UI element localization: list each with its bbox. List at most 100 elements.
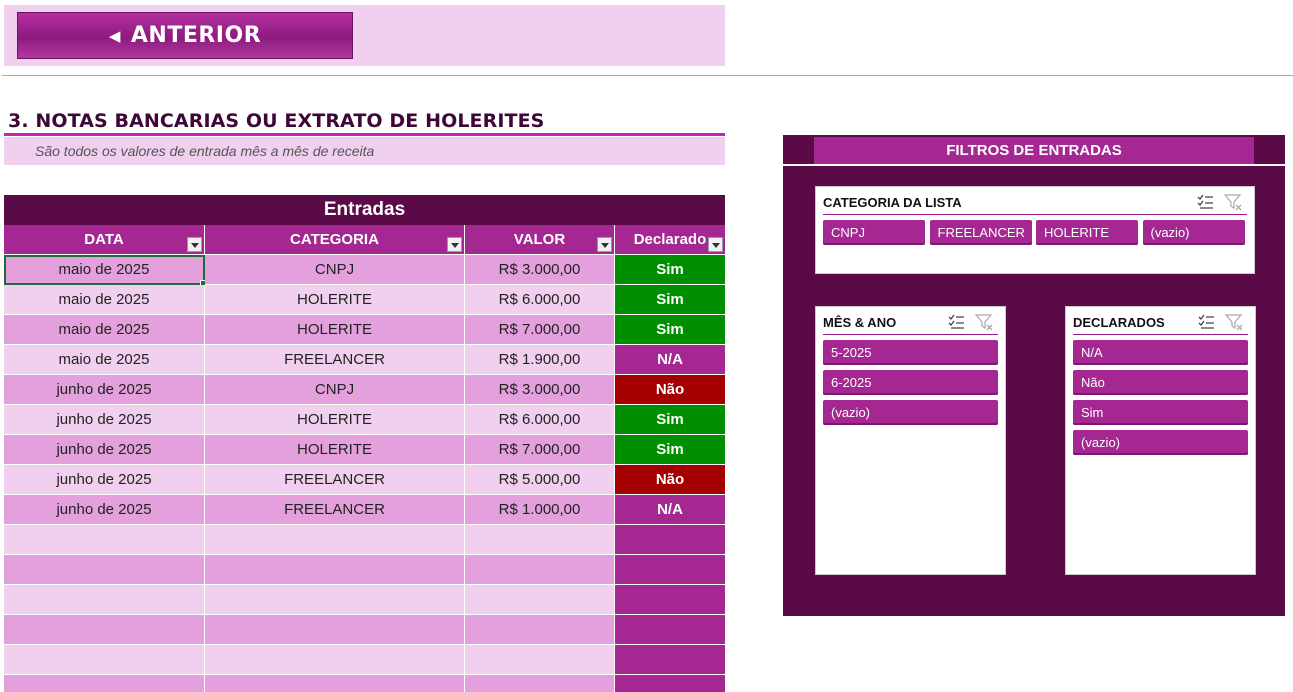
cell-data[interactable]: junho de 2025 <box>4 435 205 465</box>
cell-data[interactable]: junho de 2025 <box>4 375 205 405</box>
cell-categoria[interactable]: HOLERITE <box>205 405 465 435</box>
cell-categoria[interactable] <box>205 555 465 585</box>
slicer-item[interactable]: FREELANCER <box>929 220 1032 245</box>
slicer-title: DECLARADOS <box>1073 315 1165 330</box>
cell-declarado[interactable]: Sim <box>615 315 725 345</box>
table-row: junho de 2025 CNPJ R$ 3.000,00 Não <box>4 375 725 405</box>
cell-declarado[interactable] <box>615 615 725 645</box>
slicer-icons <box>947 313 994 331</box>
slicer-item[interactable]: 5-2025 <box>823 340 998 365</box>
cell-declarado[interactable]: Sim <box>615 285 725 315</box>
slicer-item[interactable]: Não <box>1073 370 1248 395</box>
section-title: 3. NOTAS BANCARIAS OU EXTRATO DE HOLERIT… <box>8 110 545 132</box>
cell-valor[interactable]: R$ 3.000,00 <box>465 375 615 405</box>
cell-categoria[interactable] <box>205 615 465 645</box>
table-row: junho de 2025 HOLERITE R$ 7.000,00 Sim <box>4 435 725 465</box>
slicer-item[interactable]: (vazio) <box>1073 430 1248 455</box>
cell-valor[interactable] <box>465 555 615 585</box>
cell-categoria[interactable]: HOLERITE <box>205 285 465 315</box>
slicer-item[interactable]: (vazio) <box>1142 220 1245 245</box>
cell-data[interactable] <box>4 555 205 585</box>
cell-data[interactable]: maio de 2025 <box>4 315 205 345</box>
cell-data[interactable]: maio de 2025 <box>4 255 207 287</box>
cell-data[interactable] <box>4 525 205 555</box>
section-underline <box>4 133 725 136</box>
entries-table: Entradas DATA CATEGORIA VALOR Declarado … <box>4 195 725 692</box>
table-row: maio de 2025 CNPJ R$ 3.000,00 Sim <box>4 255 725 287</box>
clear-filter-icon[interactable] <box>1225 313 1244 331</box>
cell-declarado[interactable]: N/A <box>615 495 725 525</box>
slicer-item[interactable]: (vazio) <box>823 400 998 425</box>
cell-declarado[interactable]: Não <box>615 375 725 405</box>
cell-declarado[interactable] <box>615 555 725 585</box>
slicer-item[interactable]: CNPJ <box>823 220 925 245</box>
cell-valor[interactable] <box>465 645 615 675</box>
cell-data[interactable]: junho de 2025 <box>4 495 205 525</box>
slicer-item[interactable]: 6-2025 <box>823 370 998 395</box>
cell-valor[interactable]: R$ 7.000,00 <box>465 435 615 465</box>
cell-valor[interactable] <box>465 615 615 645</box>
cell-declarado[interactable]: Sim <box>615 255 725 285</box>
divider <box>2 75 1293 76</box>
slicer-icons <box>1197 313 1244 331</box>
cell-categoria[interactable]: CNPJ <box>205 375 465 405</box>
slicer-mes-ano: MÊS & ANO 5-2025 6-2025 (vazio) <box>815 306 1006 575</box>
previous-button[interactable]: ◀ ANTERIOR <box>17 12 353 59</box>
cell-categoria[interactable]: FREELANCER <box>205 495 465 525</box>
cell-declarado[interactable]: N/A <box>615 345 725 375</box>
cell-valor[interactable]: R$ 6.000,00 <box>465 405 615 435</box>
cell-categoria[interactable] <box>205 525 465 555</box>
cell-data[interactable] <box>4 585 205 615</box>
filter-dropdown-icon[interactable] <box>447 237 462 252</box>
cell-categoria[interactable] <box>205 585 465 615</box>
cell-data[interactable] <box>4 615 205 645</box>
multi-select-icon[interactable] <box>1196 193 1215 211</box>
cell-declarado[interactable]: Sim <box>615 405 725 435</box>
cell-categoria[interactable]: FREELANCER <box>205 345 465 375</box>
filter-dropdown-icon[interactable] <box>187 237 202 252</box>
cell-valor[interactable]: R$ 1.000,00 <box>465 495 615 525</box>
cell-data[interactable]: maio de 2025 <box>4 345 205 375</box>
cell-data[interactable]: maio de 2025 <box>4 285 205 315</box>
cell-declarado[interactable] <box>615 525 725 555</box>
cell-declarado[interactable] <box>615 645 725 675</box>
multi-select-icon[interactable] <box>947 313 966 331</box>
slicer-item[interactable]: HOLERITE <box>1036 220 1138 245</box>
header-label: CATEGORIA <box>290 231 379 248</box>
table-body: maio de 2025 CNPJ R$ 3.000,00 Sim maio de 20… <box>4 255 725 692</box>
cell-valor[interactable]: R$ 1.900,00 <box>465 345 615 375</box>
cell-valor[interactable]: R$ 6.000,00 <box>465 285 615 315</box>
clear-filter-icon[interactable] <box>975 313 994 331</box>
slicer-item[interactable]: Sim <box>1073 400 1248 425</box>
slicer-title: MÊS & ANO <box>823 315 897 330</box>
filters-panel: FILTROS DE ENTRADAS CATEGORIA DA LISTA C… <box>783 135 1285 616</box>
cell-categoria[interactable]: FREELANCER <box>205 465 465 495</box>
cell-categoria[interactable] <box>205 675 465 692</box>
cell-declarado[interactable] <box>615 585 725 615</box>
cell-valor[interactable]: R$ 3.000,00 <box>465 255 615 285</box>
filter-dropdown-icon[interactable] <box>597 237 612 252</box>
cell-data[interactable]: junho de 2025 <box>4 465 205 495</box>
slicer-item[interactable]: N/A <box>1073 340 1248 365</box>
cell-valor[interactable] <box>465 675 615 692</box>
cell-data[interactable]: junho de 2025 <box>4 405 205 435</box>
table-row: maio de 2025 HOLERITE R$ 6.000,00 Sim <box>4 285 725 315</box>
cell-categoria[interactable] <box>205 645 465 675</box>
cell-data[interactable] <box>4 675 205 692</box>
filter-dropdown-icon[interactable] <box>708 237 723 252</box>
cell-valor[interactable]: R$ 7.000,00 <box>465 315 615 345</box>
cell-valor[interactable]: R$ 5.000,00 <box>465 465 615 495</box>
cell-valor[interactable] <box>465 585 615 615</box>
cell-declarado[interactable]: Sim <box>615 435 725 465</box>
cell-valor[interactable] <box>465 525 615 555</box>
cell-data[interactable] <box>4 645 205 675</box>
empty-table-row <box>4 675 725 692</box>
cell-categoria[interactable]: HOLERITE <box>205 315 465 345</box>
cell-declarado[interactable]: Não <box>615 465 725 495</box>
cell-categoria[interactable]: CNPJ <box>205 255 465 285</box>
cell-categoria[interactable]: HOLERITE <box>205 435 465 465</box>
cell-declarado[interactable] <box>615 675 725 692</box>
empty-table-row <box>4 525 725 555</box>
clear-filter-icon[interactable] <box>1224 193 1243 211</box>
multi-select-icon[interactable] <box>1197 313 1216 331</box>
